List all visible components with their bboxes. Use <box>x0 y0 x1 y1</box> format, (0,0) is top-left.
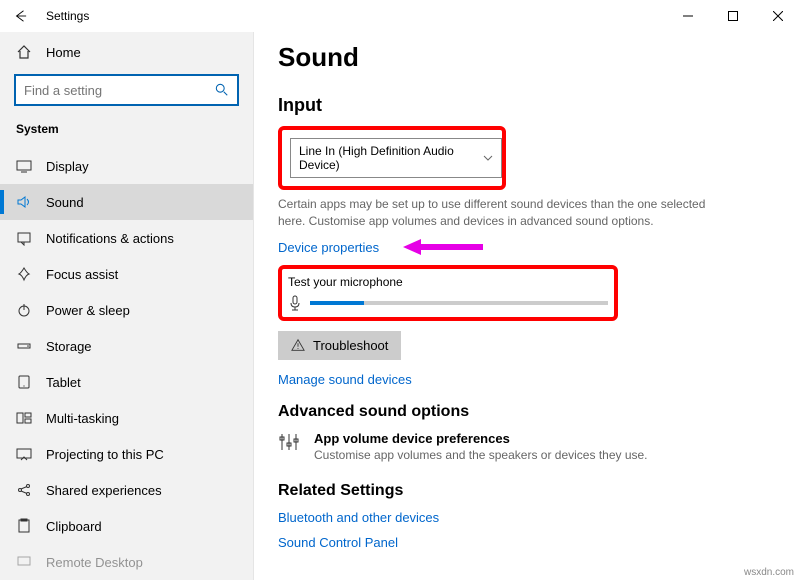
troubleshoot-label: Troubleshoot <box>313 338 388 353</box>
input-heading: Input <box>278 95 776 116</box>
sidebar-item-storage[interactable]: Storage <box>0 328 253 364</box>
sidebar-item-sound[interactable]: Sound <box>0 184 253 220</box>
minimize-button[interactable] <box>665 0 710 32</box>
sidebar-item-label: Tablet <box>46 375 81 390</box>
sidebar-item-label: Shared experiences <box>46 483 162 498</box>
sidebar-item-tablet[interactable]: Tablet <box>0 364 253 400</box>
sidebar-item-label: Projecting to this PC <box>46 447 164 462</box>
home-label: Home <box>46 45 81 60</box>
close-button[interactable] <box>755 0 800 32</box>
page-title: Sound <box>278 42 776 73</box>
storage-icon <box>16 338 32 354</box>
content-pane: Sound Input Line In (High Definition Aud… <box>254 32 800 580</box>
microphone-icon <box>288 295 302 311</box>
device-properties-link[interactable]: Device properties <box>278 240 379 255</box>
adv-sub: Customise app volumes and the speakers o… <box>314 448 648 462</box>
related-link-bluetooth[interactable]: Bluetooth and other devices <box>278 510 439 525</box>
troubleshoot-button[interactable]: Troubleshoot <box>278 331 401 360</box>
sidebar-item-label: Multi-tasking <box>46 411 119 426</box>
category-label: System <box>0 118 253 148</box>
remote-icon <box>16 554 32 570</box>
search-field[interactable] <box>24 83 215 98</box>
related-link-sound-panel[interactable]: Sound Control Panel <box>278 535 398 550</box>
watermark: wsxdn.com <box>744 567 794 578</box>
related-heading: Related Settings <box>278 482 776 500</box>
dropdown-selected: Line In (High Definition Audio Device) <box>299 144 483 172</box>
window-title: Settings <box>46 9 89 23</box>
focus-icon <box>16 266 32 282</box>
adv-title: App volume device preferences <box>314 431 648 446</box>
projecting-icon <box>16 446 32 462</box>
sidebar-item-display[interactable]: Display <box>0 148 253 184</box>
sidebar-item-label: Sound <box>46 195 84 210</box>
sidebar-item-multitasking[interactable]: Multi-tasking <box>0 400 253 436</box>
test-mic-label: Test your microphone <box>288 275 608 289</box>
chevron-down-icon <box>483 153 493 163</box>
annotation-arrow <box>403 240 483 254</box>
sidebar: Home System Display Sound Notifications … <box>0 32 254 580</box>
mic-level-fill <box>310 301 364 305</box>
shared-icon <box>16 482 32 498</box>
multitask-icon <box>16 410 32 426</box>
annotation-highlight-device: Line In (High Definition Audio Device) <box>278 126 506 190</box>
back-button[interactable] <box>12 8 28 24</box>
clipboard-icon <box>16 518 32 534</box>
sidebar-item-label: Clipboard <box>46 519 102 534</box>
sidebar-item-shared[interactable]: Shared experiences <box>0 472 253 508</box>
sidebar-item-label: Storage <box>46 339 92 354</box>
sidebar-item-label: Notifications & actions <box>46 231 174 246</box>
advanced-heading: Advanced sound options <box>278 403 776 421</box>
home-nav[interactable]: Home <box>0 36 253 70</box>
annotation-highlight-mic: Test your microphone <box>278 265 618 321</box>
sidebar-item-label: Remote Desktop <box>46 555 143 570</box>
power-icon <box>16 302 32 318</box>
mic-level-bar <box>310 301 608 305</box>
input-device-dropdown[interactable]: Line In (High Definition Audio Device) <box>290 138 502 178</box>
sidebar-item-power[interactable]: Power & sleep <box>0 292 253 328</box>
tablet-icon <box>16 374 32 390</box>
sidebar-item-label: Focus assist <box>46 267 118 282</box>
display-icon <box>16 158 32 174</box>
maximize-button[interactable] <box>710 0 755 32</box>
sidebar-item-clipboard[interactable]: Clipboard <box>0 508 253 544</box>
sidebar-item-projecting[interactable]: Projecting to this PC <box>0 436 253 472</box>
warning-icon <box>291 338 305 352</box>
notification-icon <box>16 230 32 246</box>
sidebar-item-notifications[interactable]: Notifications & actions <box>0 220 253 256</box>
sound-icon <box>16 194 32 210</box>
sidebar-item-label: Power & sleep <box>46 303 130 318</box>
home-icon <box>16 44 32 60</box>
sidebar-item-label: Display <box>46 159 89 174</box>
manage-devices-link[interactable]: Manage sound devices <box>278 372 412 387</box>
sliders-icon <box>278 431 300 453</box>
input-hint: Certain apps may be set up to use differ… <box>278 196 708 230</box>
search-icon <box>215 83 229 97</box>
sidebar-item-remote[interactable]: Remote Desktop <box>0 544 253 580</box>
search-input[interactable] <box>14 74 239 106</box>
app-volume-row[interactable]: App volume device preferences Customise … <box>278 431 776 462</box>
sidebar-item-focus-assist[interactable]: Focus assist <box>0 256 253 292</box>
